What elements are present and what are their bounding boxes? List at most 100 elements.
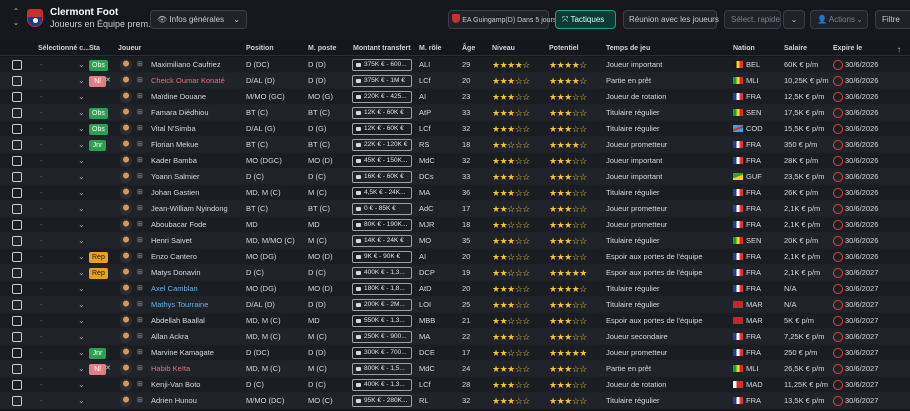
table-row[interactable]: - ⌄ Rep ⊞ Enzo Cantero MO (DG) MO (D) 9K € - 90…	[0, 249, 910, 265]
chevron-up-icon[interactable]: ⌃	[10, 6, 22, 17]
player-name[interactable]: Mathys Tourraine	[151, 297, 208, 313]
chevron-down-icon[interactable]: ⌄	[78, 217, 85, 233]
selection-dash[interactable]: -	[40, 201, 43, 217]
table-row[interactable]: - ⌄ Jnr ⊞ Marvine Kamagate D (DC) D (D) 300K € …	[0, 345, 910, 361]
table-row[interactable]: - ⌄ ⊞ Kader Bamba MO (DGC) MO (D) 45K € - 150K…	[0, 153, 910, 169]
view-selector-button[interactable]: 👁 Infos générales ⌄	[150, 10, 247, 29]
player-name[interactable]: Johan Gastien	[151, 185, 199, 201]
col-age[interactable]: Âge	[462, 45, 475, 52]
table-row[interactable]: - ⌄ ⊞ Abdellah Baallal MD, M (C) MD 550K € - 1…	[0, 313, 910, 329]
selection-dash[interactable]: -	[40, 217, 43, 233]
table-row[interactable]: - ⌄ Rep ⊞ Matys Donavin D (C) D (C) 400K € - 1,…	[0, 265, 910, 281]
table-row[interactable]: - ⌄ ⊞ Mathys Tourraine D/AL (D) D (D) 200K € -…	[0, 297, 910, 313]
selection-dash[interactable]: -	[40, 361, 43, 377]
chevron-down-icon[interactable]: ⌄	[78, 201, 85, 217]
table-row[interactable]: - ⌄ Obs ⊞ Famara Diédhiou BT (C) BT (C) 12K € -…	[0, 105, 910, 121]
row-checkbox[interactable]	[12, 172, 22, 182]
player-name[interactable]: Aboubacar Fode	[151, 217, 206, 233]
col-role[interactable]: M. rôle	[419, 45, 442, 52]
table-row[interactable]: - ⌄ Nl ✕ ⊞ Habib Keïta MD, M (C) M (C) 800K € - …	[0, 361, 910, 377]
table-row[interactable]: - ⌄ ⊞ Allan Ackra MD, M (C) M (C) 250K € - 900…	[0, 329, 910, 345]
row-checkbox[interactable]	[12, 348, 22, 358]
player-name[interactable]: Vital N'Simba	[151, 121, 196, 137]
nav-arrows[interactable]: ⌃ ⌄	[10, 6, 22, 28]
row-checkbox[interactable]	[12, 300, 22, 310]
selection-dash[interactable]: -	[40, 137, 43, 153]
selection-dash[interactable]: -	[40, 329, 43, 345]
selection-dash[interactable]: -	[40, 233, 43, 249]
player-name[interactable]: Enzo Cantero	[151, 249, 197, 265]
chevron-down-icon[interactable]: ⌄	[78, 105, 85, 121]
col-expires[interactable]: Expire le	[833, 45, 862, 52]
club-name[interactable]: Clermont Foot	[50, 7, 118, 18]
row-checkbox[interactable]	[12, 252, 22, 262]
quick-select-dropdown[interactable]: ⌄	[783, 10, 805, 29]
player-name[interactable]: Yoann Salmier	[151, 169, 200, 185]
player-name[interactable]: Cheick Oumar Konaté	[151, 73, 225, 89]
col-salary[interactable]: Salaire	[784, 45, 807, 52]
chevron-down-icon[interactable]: ⌄	[78, 137, 85, 153]
table-row[interactable]: - ⌄ ⊞ Johan Gastien MD, M (C) M (C) 4,5K € - 2…	[0, 185, 910, 201]
row-checkbox[interactable]	[12, 380, 22, 390]
chevron-down-icon[interactable]: ⌄	[78, 345, 85, 361]
col-transfer[interactable]: Montant transfert	[353, 45, 411, 52]
player-name[interactable]: Florian Mekue	[151, 137, 199, 153]
table-row[interactable]: - ⌄ ⊞ Maïdine Douane M/MO (GC) MO (G) 220K € -…	[0, 89, 910, 105]
col-nation[interactable]: Nation	[733, 45, 755, 52]
actions-button[interactable]: 👤 Actions ⌄	[810, 10, 868, 29]
col-position[interactable]: Position	[246, 45, 274, 52]
table-row[interactable]: - ⌄ ⊞ Adrien Hunou M/MO (DC) MO (C) 95K € - 28…	[0, 393, 910, 409]
table-row[interactable]: - ⌄ Nl ✕ ⊞ Cheick Oumar Konaté D/AL (D) D (D) 37…	[0, 73, 910, 89]
chevron-down-icon[interactable]: ⌄	[78, 89, 85, 105]
selection-dash[interactable]: -	[40, 393, 43, 409]
player-name[interactable]: Allan Ackra	[151, 329, 189, 345]
player-name[interactable]: Kader Bamba	[151, 153, 197, 169]
col-potential[interactable]: Potentiel	[549, 45, 579, 52]
col-match-position[interactable]: M. poste	[308, 45, 336, 52]
selection-dash[interactable]: -	[40, 281, 43, 297]
row-checkbox[interactable]	[12, 204, 22, 214]
player-name[interactable]: Marvine Kamagate	[151, 345, 214, 361]
table-row[interactable]: - ⌄ Jnr ⊞ Florian Mekue BT (C) BT (C) 22K € - 1…	[0, 137, 910, 153]
table-row[interactable]: - ⌄ ⊞ Kenji-Van Boto D (C) D (C) 400K € - 1,3.…	[0, 377, 910, 393]
selection-dash[interactable]: -	[40, 265, 43, 281]
row-checkbox[interactable]	[12, 284, 22, 294]
col-playing-time[interactable]: Temps de jeu	[606, 45, 650, 52]
chevron-down-icon[interactable]: ⌄	[78, 73, 85, 89]
row-checkbox[interactable]	[12, 396, 22, 406]
player-name[interactable]: Axel Camblan	[151, 281, 198, 297]
selection-dash[interactable]: -	[40, 313, 43, 329]
row-checkbox[interactable]	[12, 140, 22, 150]
row-checkbox[interactable]	[12, 220, 22, 230]
row-checkbox[interactable]	[12, 60, 22, 70]
table-row[interactable]: - ⌄ ⊞ Aboubacar Fode MD MD 80K € - 190K... MJR 1…	[0, 217, 910, 233]
row-checkbox[interactable]	[12, 332, 22, 342]
chevron-down-icon[interactable]: ⌄	[78, 281, 85, 297]
chevron-down-icon[interactable]: ⌄	[78, 313, 85, 329]
chevron-down-icon[interactable]: ⌄	[78, 265, 85, 281]
chevron-down-icon[interactable]: ⌄	[78, 169, 85, 185]
player-name[interactable]: Famara Diédhiou	[151, 105, 209, 121]
chevron-down-icon[interactable]: ⌄	[78, 393, 85, 409]
row-checkbox[interactable]	[12, 236, 22, 246]
col-player[interactable]: Joueur	[118, 45, 141, 52]
selection-dash[interactable]: -	[40, 73, 43, 89]
col-status[interactable]: Sta	[89, 45, 100, 52]
row-checkbox[interactable]	[12, 316, 22, 326]
player-name[interactable]: Henri Saivet	[151, 233, 192, 249]
chevron-down-icon[interactable]: ⌄	[78, 57, 85, 73]
player-name[interactable]: Maïdine Douane	[151, 89, 206, 105]
player-name[interactable]: Adrien Hunou	[151, 393, 197, 409]
table-row[interactable]: - ⌄ ⊞ Jean-William Nyindong BT (C) BT (C) 0 € …	[0, 201, 910, 217]
chevron-down-icon[interactable]: ⌄	[78, 377, 85, 393]
selection-dash[interactable]: -	[40, 153, 43, 169]
col-level[interactable]: Niveau	[492, 45, 515, 52]
selection-dash[interactable]: -	[40, 345, 43, 361]
table-row[interactable]: - ⌄ Obs ⊞ Vital N'Simba D/AL (G) D (G) 12K € - …	[0, 121, 910, 137]
player-name[interactable]: Maximiliano Caufriez	[151, 57, 221, 73]
row-checkbox[interactable]	[12, 268, 22, 278]
table-row[interactable]: - ⌄ ⊞ Yoann Salmier D (C) D (C) 16K € - 60K € D…	[0, 169, 910, 185]
player-name[interactable]: Kenji-Van Boto	[151, 377, 200, 393]
row-checkbox[interactable]	[12, 108, 22, 118]
row-checkbox[interactable]	[12, 76, 22, 86]
